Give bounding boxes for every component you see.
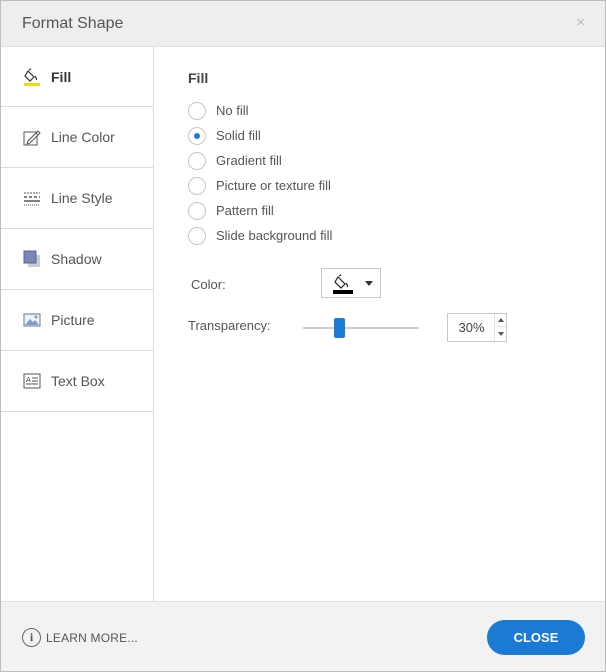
option-slide-background-fill[interactable]: Slide background fill (188, 223, 332, 248)
sidebar-item-line-color[interactable]: Line Color (1, 107, 153, 168)
radio-label: Gradient fill (216, 153, 282, 168)
radio-button[interactable] (188, 126, 206, 145)
sidebar-item-fill[interactable]: Fill (1, 47, 153, 107)
line-style-icon (24, 192, 40, 206)
pencil-icon (23, 130, 41, 146)
color-picker-button[interactable] (321, 268, 381, 298)
option-no-fill[interactable]: No fill (188, 98, 332, 123)
sidebar-item-label: Line Color (51, 129, 115, 145)
chevron-down-icon (365, 281, 373, 286)
picture-icon (23, 313, 41, 327)
option-solid-fill[interactable]: Solid fill (188, 123, 332, 148)
text-box-icon: A (23, 373, 41, 389)
radio-button[interactable] (188, 151, 206, 170)
transparency-slider-thumb[interactable] (334, 318, 345, 338)
spinner-buttons (494, 314, 506, 341)
format-shape-dialog: Format Shape × Fill Line Color Line Styl… (0, 0, 606, 672)
radio-button[interactable] (188, 201, 206, 220)
dialog-title: Format Shape (22, 15, 124, 32)
sidebar: Fill Line Color Line Style Shadow Pictur… (1, 47, 154, 601)
paint-bucket-icon (24, 67, 40, 86)
sidebar-item-label: Shadow (51, 251, 102, 267)
section-title: Fill (188, 70, 209, 86)
spinner-down-button[interactable] (495, 328, 506, 341)
close-button[interactable]: CLOSE (487, 620, 585, 655)
color-label: Color: (191, 277, 226, 292)
radio-button[interactable] (188, 101, 206, 120)
spinner-up-button[interactable] (495, 314, 506, 327)
radio-label: No fill (216, 103, 249, 118)
option-picture-texture-fill[interactable]: Picture or texture fill (188, 173, 332, 198)
close-icon[interactable]: × (576, 15, 585, 31)
fill-panel: Fill No fill Solid fill Gradient fill Pi… (155, 47, 605, 601)
radio-label: Solid fill (216, 128, 261, 143)
radio-button[interactable] (188, 226, 206, 245)
transparency-label: Transparency: (188, 318, 271, 333)
svg-text:A: A (26, 376, 31, 384)
radio-button[interactable] (188, 176, 206, 195)
option-gradient-fill[interactable]: Gradient fill (188, 148, 332, 173)
sidebar-item-line-style[interactable]: Line Style (1, 168, 153, 229)
fill-options: No fill Solid fill Gradient fill Picture… (188, 98, 332, 248)
sidebar-item-label: Text Box (51, 373, 105, 389)
radio-label: Slide background fill (216, 228, 333, 243)
radio-label: Pattern fill (216, 203, 274, 218)
sidebar-item-text-box[interactable]: A Text Box (1, 351, 153, 412)
radio-label: Picture or texture fill (216, 178, 331, 193)
learn-more-text: LEARN MORE... (46, 630, 138, 645)
paint-bucket-icon (333, 274, 353, 294)
transparency-slider-track[interactable] (303, 327, 419, 329)
title-bar: Format Shape × (1, 1, 605, 47)
sidebar-item-label: Line Style (51, 190, 113, 206)
option-pattern-fill[interactable]: Pattern fill (188, 198, 332, 223)
shadow-icon (23, 250, 40, 267)
footer: i LEARN MORE... CLOSE (1, 601, 605, 671)
sidebar-item-picture[interactable]: Picture (1, 290, 153, 351)
transparency-spinner (447, 313, 507, 342)
sidebar-item-label: Fill (51, 68, 72, 85)
sidebar-item-shadow[interactable]: Shadow (1, 229, 153, 290)
transparency-input[interactable] (448, 314, 495, 341)
sidebar-item-label: Picture (51, 312, 95, 328)
learn-more-link[interactable]: i LEARN MORE... (22, 628, 138, 647)
info-icon: i (22, 628, 41, 647)
